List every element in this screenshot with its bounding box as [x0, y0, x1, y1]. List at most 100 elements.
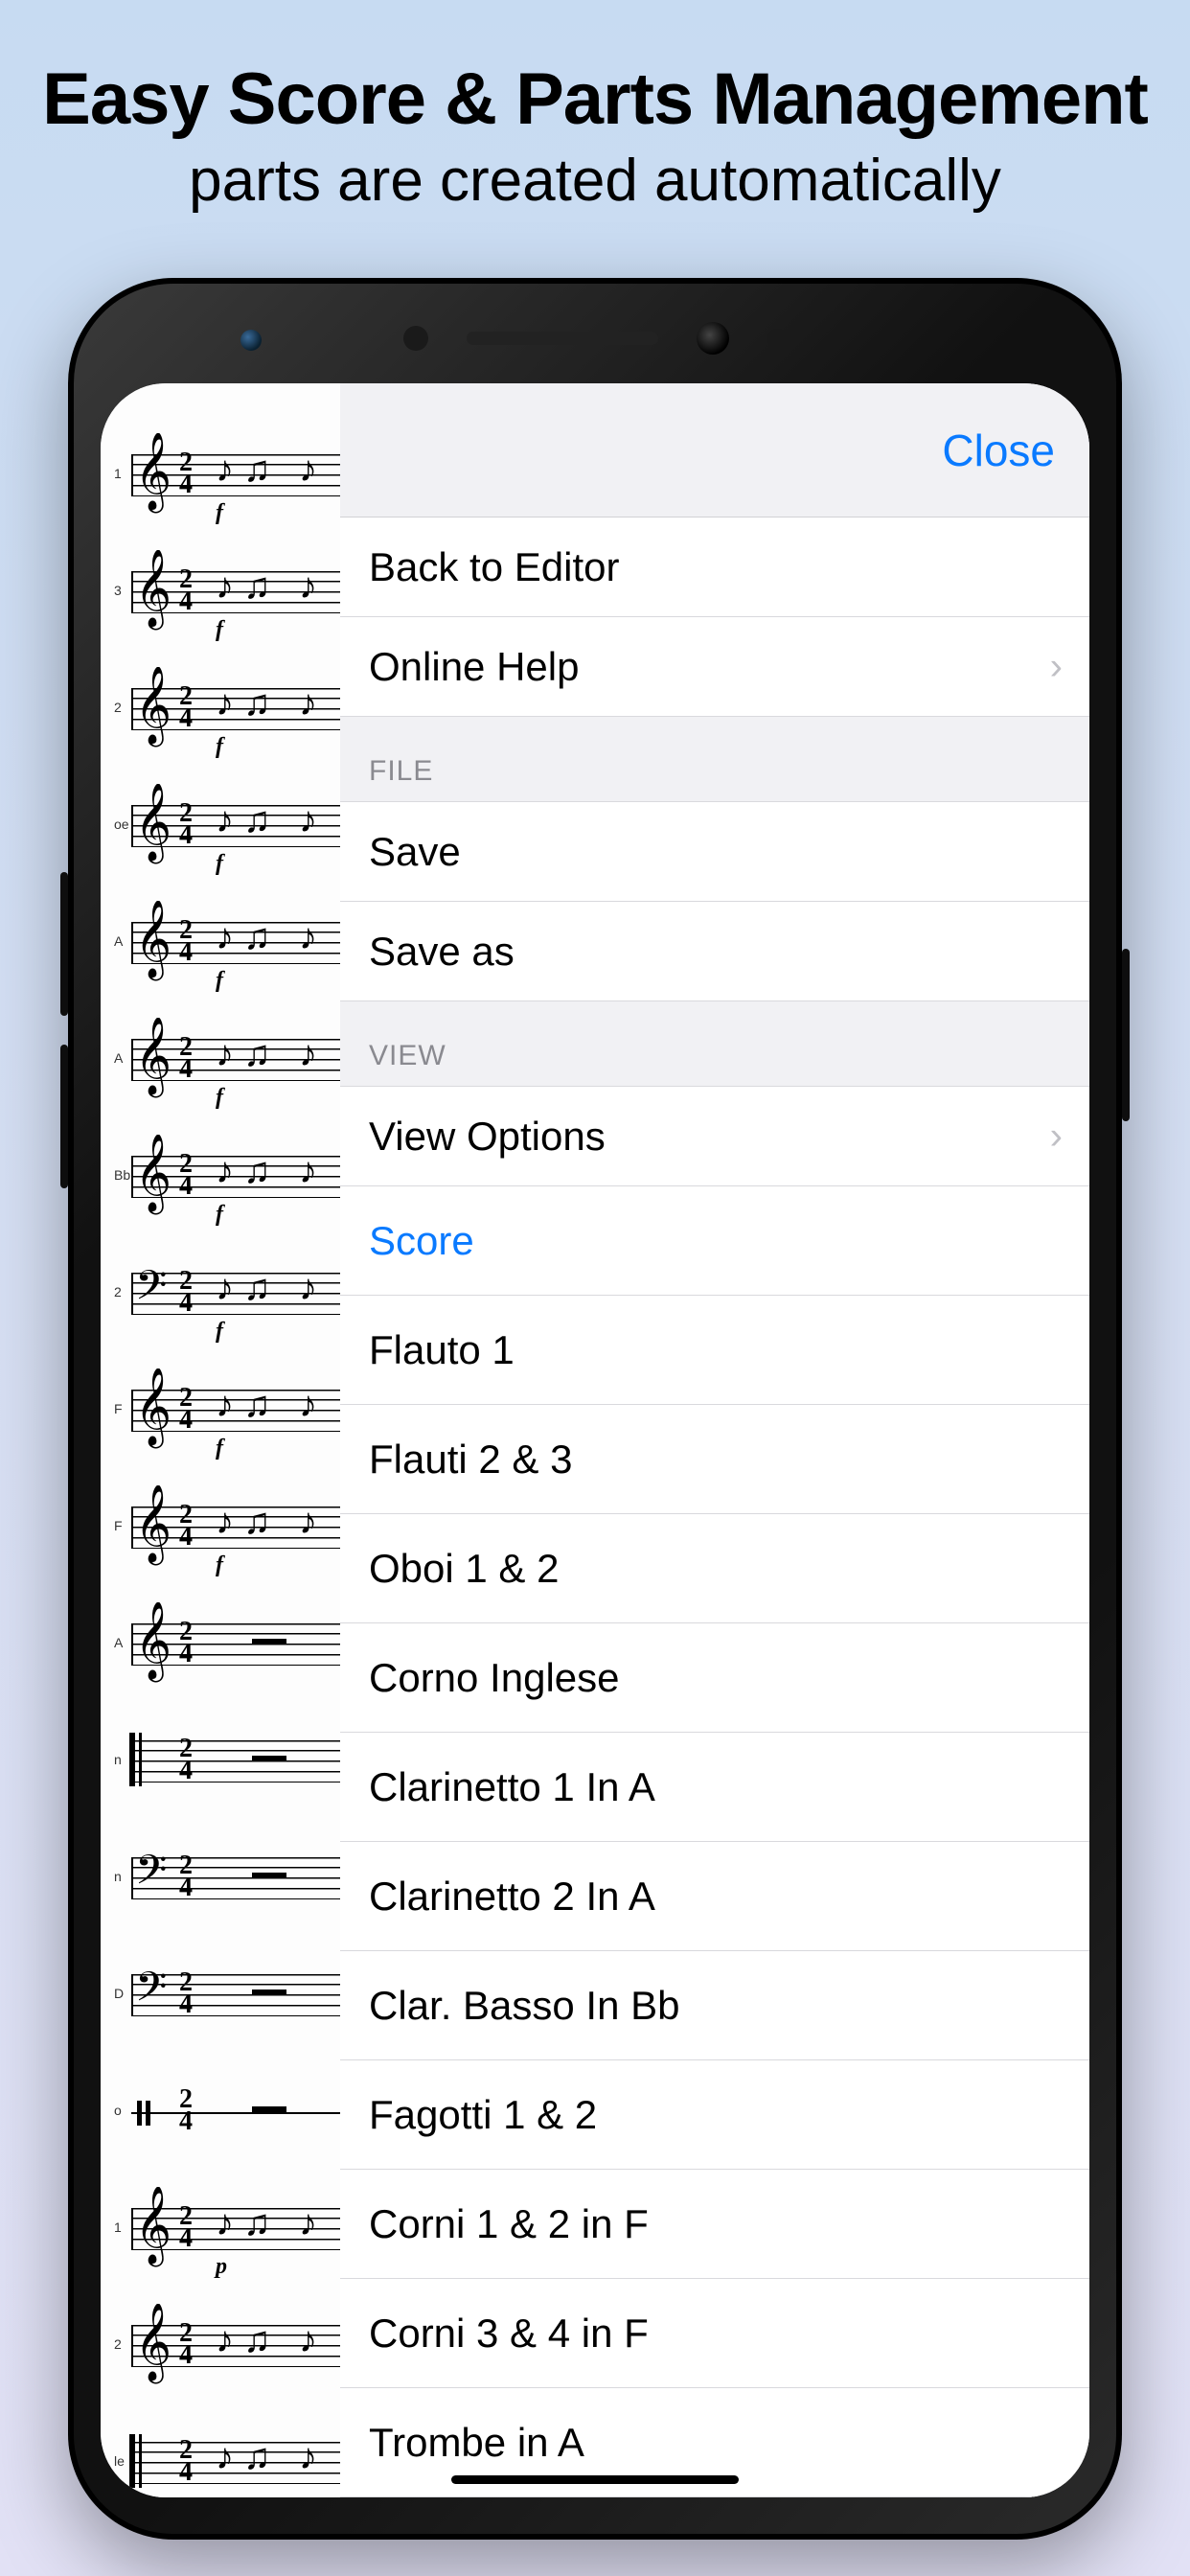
- notes-icon: ♪♫ ♪: [216, 2436, 327, 2478]
- dynamic-mark: f: [216, 968, 223, 994]
- time-signature: 24: [179, 1505, 193, 1549]
- dynamic-mark: f: [216, 1436, 223, 1461]
- time-signature: 24: [179, 1972, 193, 2016]
- staff-label: o: [114, 2103, 122, 2118]
- notes-icon: ♪♫ ♪: [216, 682, 327, 724]
- sensor-icon: [403, 326, 428, 351]
- menu-online-help[interactable]: Online Help ›: [340, 617, 1089, 717]
- part-item[interactable]: Flauto 1: [340, 1296, 1089, 1405]
- staff-label: 1: [114, 466, 122, 481]
- chevron-right-icon: ›: [1050, 1115, 1063, 1158]
- rest-icon: [252, 1639, 286, 1644]
- menu-label: Save as: [369, 929, 515, 975]
- camera-icon: [697, 322, 729, 355]
- home-indicator[interactable]: [451, 2475, 739, 2484]
- menu-label: View Options: [369, 1114, 606, 1160]
- staff-system: n24: [118, 1717, 340, 1834]
- part-label: Corno Inglese: [369, 1655, 620, 1701]
- part-item[interactable]: Oboi 1 & 2: [340, 1514, 1089, 1623]
- time-signature: 24: [179, 686, 193, 730]
- score-page[interactable]: 1𝄞24♪♫ ♪f3𝄞24♪♫ ♪f2𝄞24♪♫ ♪foe𝄞24♪♫ ♪fA𝄞2…: [101, 383, 340, 2497]
- dynamic-mark: f: [216, 500, 223, 526]
- sensor-icon: [767, 329, 787, 348]
- staff-label: le: [114, 2453, 125, 2469]
- staff-label: 3: [114, 583, 122, 598]
- bass-clef-icon: 𝄢: [135, 1968, 167, 2018]
- part-label: Fagotti 1 & 2: [369, 2092, 597, 2138]
- time-signature: 24: [179, 1154, 193, 1198]
- volume-down-button: [60, 1045, 68, 1188]
- part-item[interactable]: Clarinetto 2 In A: [340, 1842, 1089, 1951]
- staff-system: n𝄢24: [118, 1834, 340, 1951]
- dynamic-mark: f: [216, 1202, 223, 1228]
- staff-label: n: [114, 1869, 122, 1884]
- panel-header: Close: [340, 383, 1089, 518]
- dynamic-mark: f: [216, 1552, 223, 1578]
- part-label: Flauti 2 & 3: [369, 1437, 572, 1483]
- close-button[interactable]: Close: [942, 425, 1055, 476]
- time-signature: 24: [179, 1037, 193, 1081]
- time-signature: 24: [179, 803, 193, 847]
- treble-clef-icon: 𝄞: [135, 2192, 172, 2259]
- staff-system: le24♪♫ ♪: [118, 2419, 340, 2497]
- sensor-icon: [240, 330, 262, 351]
- staff-system: 2𝄞24♪♫ ♪f: [118, 665, 340, 782]
- dynamic-mark: f: [216, 734, 223, 760]
- staff-label: 1: [114, 2220, 122, 2235]
- treble-clef-icon: 𝄞: [135, 1490, 172, 1557]
- phone-frame: 1𝄞24♪♫ ♪f3𝄞24♪♫ ♪f2𝄞24♪♫ ♪foe𝄞24♪♫ ♪fA𝄞2…: [68, 278, 1122, 2540]
- menu-label: Back to Editor: [369, 544, 619, 590]
- time-signature: 24: [179, 1738, 193, 1782]
- staff-label: D: [114, 1986, 124, 2001]
- notes-icon: ♪♫ ♪: [216, 1384, 327, 1426]
- notes-icon: ♪♫ ♪: [216, 2319, 327, 2361]
- rest-icon: [252, 2106, 286, 2112]
- dynamic-mark: p: [216, 2254, 227, 2280]
- staff-system: D𝄢24: [118, 1951, 340, 2068]
- promo-header: Easy Score & Parts Management parts are …: [0, 0, 1190, 215]
- notes-icon: ♪♫ ♪: [216, 565, 327, 608]
- treble-clef-icon: 𝄞: [135, 555, 172, 622]
- time-signature: 24: [179, 1855, 193, 1899]
- part-item[interactable]: Corno Inglese: [340, 1623, 1089, 1733]
- notes-icon: ♪♫ ♪: [216, 916, 327, 958]
- menu-back-to-editor[interactable]: Back to Editor: [340, 518, 1089, 617]
- part-label: Clar. Basso In Bb: [369, 1983, 680, 2029]
- staff-system: 3𝄞24♪♫ ♪f: [118, 548, 340, 665]
- menu-save[interactable]: Save: [340, 802, 1089, 902]
- part-label: Corni 1 & 2 in F: [369, 2201, 649, 2247]
- volume-up-button: [60, 872, 68, 1016]
- power-button: [1122, 949, 1130, 1121]
- part-item[interactable]: Flauti 2 & 3: [340, 1405, 1089, 1514]
- staff-system: 1𝄞24♪♫ ♪f: [118, 431, 340, 548]
- time-signature: 24: [179, 1271, 193, 1315]
- notes-icon: ♪♫ ♪: [216, 799, 327, 841]
- staff-system: A𝄞24♪♫ ♪f: [118, 899, 340, 1016]
- sensor-cluster: [403, 322, 787, 355]
- staff-system: A𝄞24: [118, 1600, 340, 1717]
- rest-icon: [252, 1756, 286, 1761]
- part-label: Corni 3 & 4 in F: [369, 2311, 649, 2357]
- staff-label: 2: [114, 2336, 122, 2352]
- treble-clef-icon: 𝄞: [135, 1023, 172, 1090]
- staff-label: 2: [114, 700, 122, 715]
- part-item[interactable]: Fagotti 1 & 2: [340, 2060, 1089, 2170]
- treble-clef-icon: 𝄞: [135, 2309, 172, 2376]
- part-item[interactable]: Clar. Basso In Bb: [340, 1951, 1089, 2060]
- staff-system: 2𝄢24♪♫ ♪f: [118, 1250, 340, 1367]
- part-label: Flauto 1: [369, 1327, 515, 1373]
- menu-label: Save: [369, 829, 461, 875]
- time-signature: 24: [179, 2206, 193, 2250]
- part-item[interactable]: Score: [340, 1186, 1089, 1296]
- section-header-file: FILE: [340, 717, 1089, 802]
- alto-clef-icon: [129, 2434, 162, 2488]
- part-item[interactable]: Corni 1 & 2 in F: [340, 2170, 1089, 2279]
- part-item[interactable]: Corni 3 & 4 in F: [340, 2279, 1089, 2388]
- menu-save-as[interactable]: Save as: [340, 902, 1089, 1001]
- notes-icon: ♪♫ ♪: [216, 448, 327, 491]
- treble-clef-icon: 𝄞: [135, 438, 172, 505]
- treble-clef-icon: 𝄞: [135, 789, 172, 856]
- part-item[interactable]: Clarinetto 1 In A: [340, 1733, 1089, 1842]
- staff-system: Bb𝄞24♪♫ ♪f: [118, 1133, 340, 1250]
- menu-view-options[interactable]: View Options ›: [340, 1087, 1089, 1186]
